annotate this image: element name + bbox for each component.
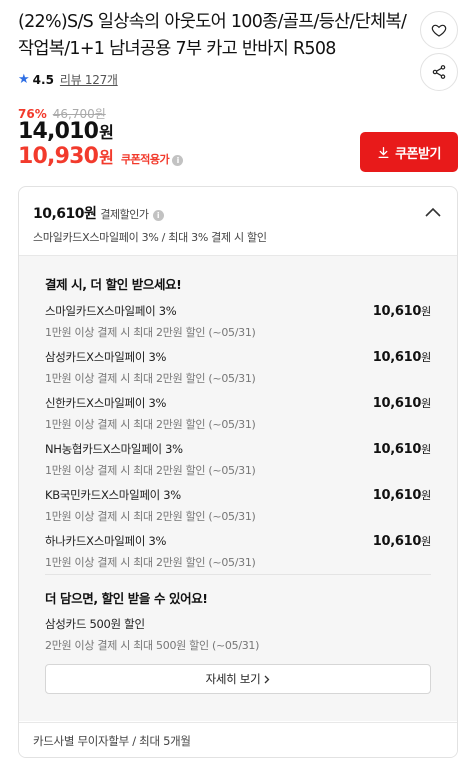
payment-discount-panel: 10,610원 결제할인가 i 스마일카드X스마일페이 3% / 최대 3% 결… xyxy=(18,186,458,758)
share-button[interactable] xyxy=(420,53,458,91)
card-discount-row: NH농협카드X스마일페이 3% 1만원 이상 결제 시 최대 2만원 할인 (~… xyxy=(45,442,431,477)
section-title: 결제 시, 더 할인 받으세요! xyxy=(45,277,182,292)
get-coupon-button[interactable]: 쿠폰받기 xyxy=(360,132,458,172)
heart-icon xyxy=(431,24,447,37)
star-icon: ★ xyxy=(18,72,30,87)
sale-price: 14,010원 xyxy=(18,119,114,144)
payment-discount-summary: 스마일카드X스마일페이 3% / 최대 3% 결제 시 할인 xyxy=(33,231,267,244)
card-discount-row: KB국민카드X스마일페이 3% 1만원 이상 결제 시 최대 2만원 할인 (~… xyxy=(45,488,431,523)
share-icon xyxy=(432,65,446,79)
payment-discount-label: 결제할인가 xyxy=(100,208,149,221)
payment-discount-header[interactable]: 10,610원 결제할인가 i 스마일카드X스마일페이 3% / 최대 3% 결… xyxy=(19,187,457,255)
info-icon[interactable]: i xyxy=(152,210,164,221)
card-discount-list: 결제 시, 더 할인 받으세요! 스마일카드X스마일페이 3% 1만원 이상 결… xyxy=(19,255,457,721)
reviews-link[interactable]: 리뷰 127개 xyxy=(60,71,118,88)
card-discount-row: 스마일카드X스마일페이 3% 1만원 이상 결제 시 최대 2만원 할인 (~0… xyxy=(45,304,431,339)
info-icon[interactable]: i xyxy=(172,155,184,166)
extra-discount-title: 더 담으면, 할인 받을 수 있어요! xyxy=(45,591,208,606)
product-title: (22%)S/S 일상속의 아웃도어 100종/골프/등산/단체복/작업복/1+… xyxy=(18,12,407,59)
chevron-right-icon xyxy=(264,675,270,683)
more-details-button[interactable]: 자세히 보기 xyxy=(45,664,431,694)
chevron-up-icon[interactable] xyxy=(425,207,441,217)
divider xyxy=(45,574,431,575)
download-icon xyxy=(378,146,389,158)
rating-row: ★ 4.5 리뷰 127개 xyxy=(18,71,118,88)
wishlist-button[interactable] xyxy=(420,11,458,49)
extra-discount-row: 삼성카드 500원 할인 2만원 이상 결제 시 최대 500원 할인 (~05… xyxy=(45,617,260,652)
coupon-price-label: 쿠폰적용가 xyxy=(121,153,170,166)
rating-score: 4.5 xyxy=(32,72,54,87)
card-discount-row: 삼성카드X스마일페이 3% 1만원 이상 결제 시 최대 2만원 할인 (~05… xyxy=(45,350,431,385)
card-discount-row: 신한카드X스마일페이 3% 1만원 이상 결제 시 최대 2만원 할인 (~05… xyxy=(45,396,431,431)
payment-discount-price: 10,610원 xyxy=(33,206,97,222)
coupon-price: 10,930 원 쿠폰적용가 i xyxy=(18,144,184,169)
card-discount-row: 하나카드X스마일페이 3% 1만원 이상 결제 시 최대 2만원 할인 (~05… xyxy=(45,534,431,569)
installment-info: 카드사별 무이자할부 / 최대 5개월 xyxy=(19,722,457,757)
